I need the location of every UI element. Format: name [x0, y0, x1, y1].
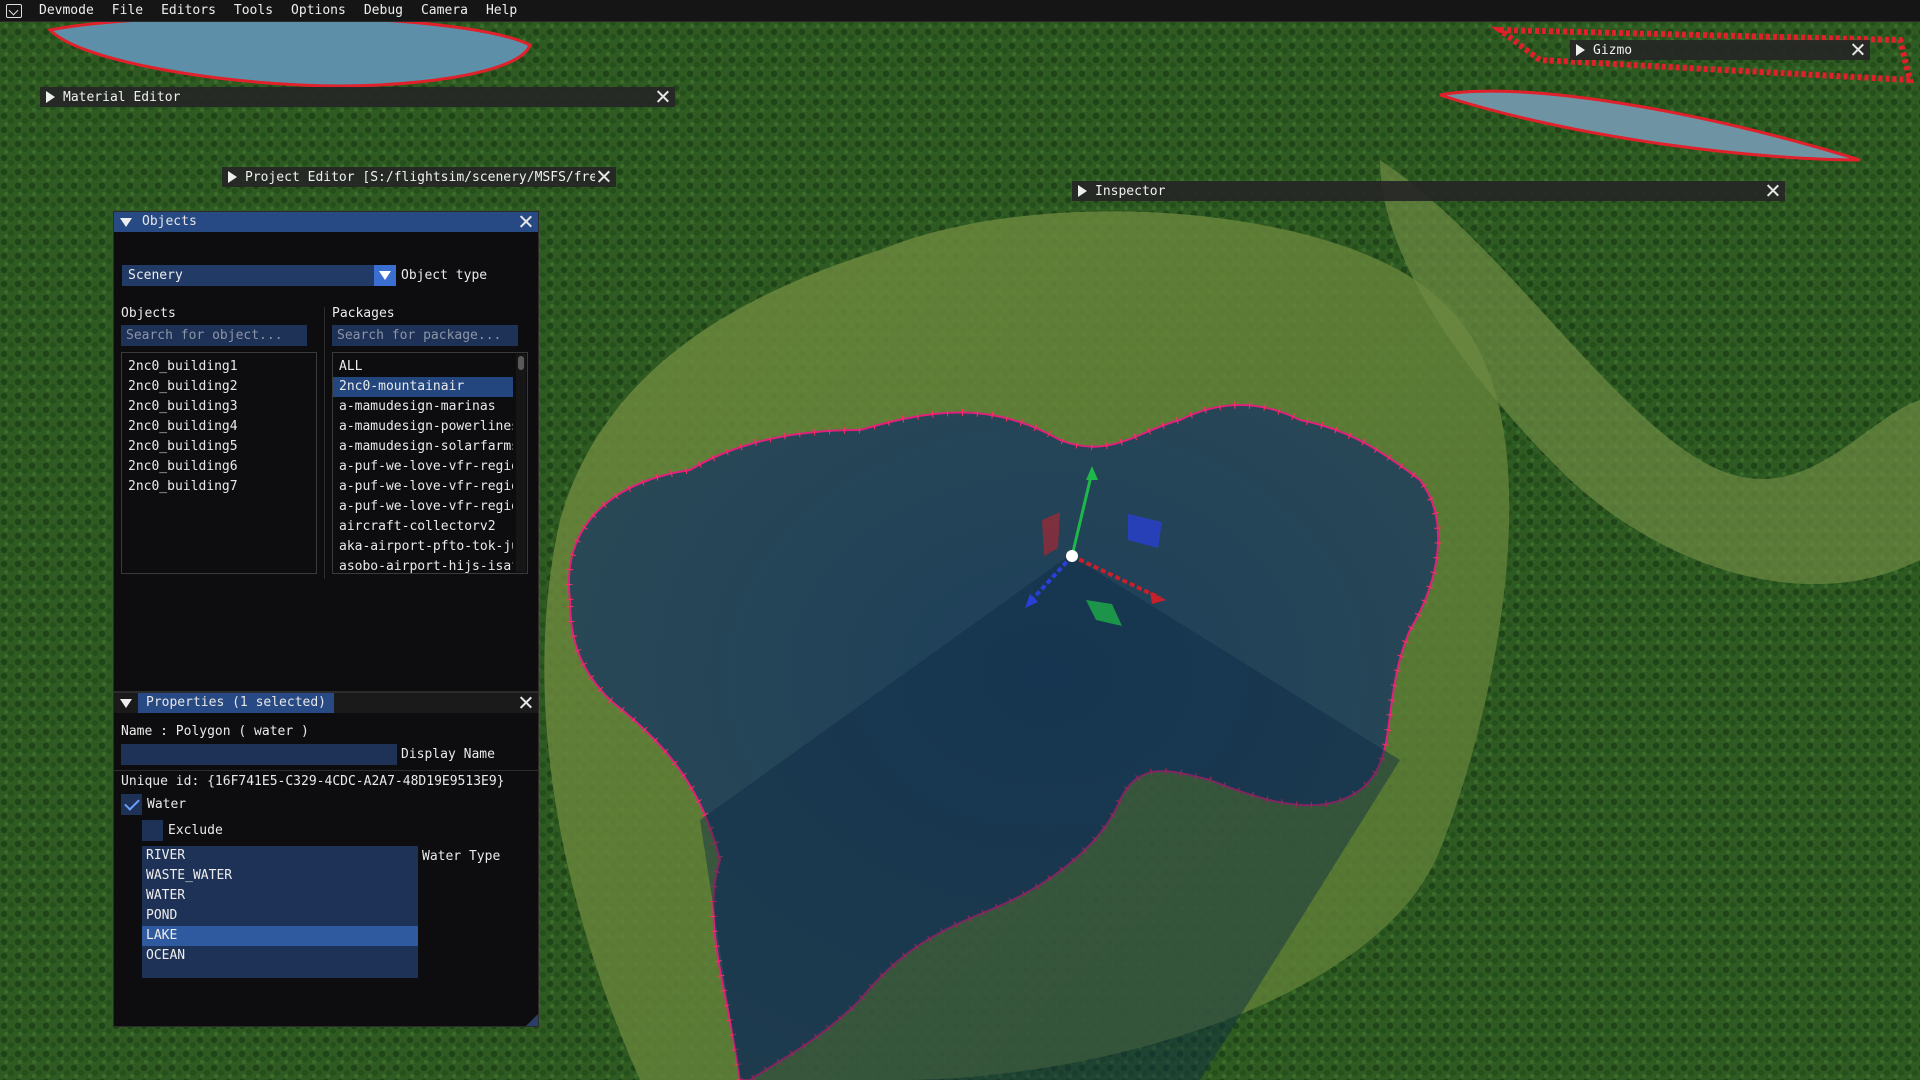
list-item[interactable]: a-puf-we-love-vfr-regio [333, 457, 513, 477]
list-item[interactable]: RIVER [142, 846, 418, 866]
separator [114, 770, 538, 771]
list-item[interactable]: a-mamudesign-powerlines [333, 417, 513, 437]
list-item[interactable]: 2nc0_building5 [122, 437, 316, 457]
object-search-input[interactable]: Search for object... [121, 325, 307, 346]
collapse-arrow-icon[interactable] [120, 698, 132, 708]
menu-camera[interactable]: Camera [412, 0, 477, 22]
window-title: Material Editor [63, 89, 181, 105]
list-item[interactable]: POND [142, 906, 418, 926]
object-type-label: Object type [401, 268, 488, 283]
menu-file[interactable]: File [103, 0, 152, 22]
water-type-list[interactable]: RIVER WASTE_WATER WATER POND LAKE OCEAN [142, 846, 418, 978]
close-icon[interactable] [1766, 184, 1779, 197]
menu-bar: Devmode File Editors Tools Options Debug… [0, 0, 1920, 22]
display-name-input[interactable] [121, 744, 397, 765]
list-item[interactable]: ALL [333, 357, 513, 377]
list-item-selected[interactable]: 2nc0-mountainair [333, 377, 513, 397]
panel-title: Objects [142, 214, 197, 229]
list-item[interactable]: a-mamudesign-solarfarms [333, 437, 513, 457]
window-title: Project Editor [S:/flightsim/scenery/MSF… [245, 169, 595, 185]
list-item[interactable]: asobo-airport-hijs-isaf [333, 557, 513, 573]
panel-title: Properties (1 selected) [138, 693, 335, 713]
menu-help[interactable]: Help [477, 0, 526, 22]
package-search-input[interactable]: Search for package... [332, 325, 518, 346]
list-item-selected[interactable]: LAKE [142, 926, 418, 946]
list-item[interactable]: 2nc0_building3 [122, 397, 316, 417]
list-item[interactable]: WATER [142, 886, 418, 906]
list-item[interactable]: a-mamudesign-marinas [333, 397, 513, 417]
devmode-icon [6, 3, 22, 18]
gizmo-window[interactable]: Gizmo [1570, 40, 1870, 60]
exclude-checkbox[interactable] [142, 820, 163, 841]
list-item[interactable]: OCEAN [142, 946, 418, 966]
properties-panel-titlebar[interactable]: Properties (1 selected) [114, 693, 538, 713]
object-name: Name : Polygon ( water ) [121, 724, 309, 739]
menu-options[interactable]: Options [282, 0, 355, 22]
properties-panel: Properties (1 selected) Name : Polygon (… [113, 692, 539, 1027]
list-item[interactable]: 2nc0_building6 [122, 457, 316, 477]
list-item[interactable]: a-puf-we-love-vfr-regio [333, 477, 513, 497]
packages-scrollbar[interactable] [516, 354, 526, 572]
close-icon[interactable] [519, 215, 532, 228]
list-item[interactable]: 2nc0_building7 [122, 477, 316, 497]
expand-arrow-icon[interactable] [46, 91, 55, 103]
objects-panel: Objects Scenery Object type Objects Pack… [113, 211, 539, 692]
menu-editors[interactable]: Editors [152, 0, 225, 22]
list-item[interactable]: WASTE_WATER [142, 866, 418, 886]
close-icon[interactable] [656, 90, 669, 103]
menu-debug[interactable]: Debug [355, 0, 412, 22]
window-title: Gizmo [1593, 42, 1633, 58]
list-item[interactable]: aka-airport-pfto-tok-ju [333, 537, 513, 557]
water-checkbox[interactable] [121, 794, 142, 815]
chevron-down-icon[interactable] [374, 265, 396, 286]
material-editor-window[interactable]: Material Editor [40, 87, 675, 107]
list-item[interactable]: aircraft-collectorv2 [333, 517, 513, 537]
expand-arrow-icon[interactable] [1078, 185, 1087, 197]
window-title: Inspector [1095, 183, 1166, 199]
close-icon[interactable] [597, 170, 610, 183]
menu-devmode[interactable]: Devmode [30, 0, 103, 22]
project-editor-window[interactable]: Project Editor [S:/flightsim/scenery/MSF… [222, 167, 616, 187]
objects-header: Objects [121, 306, 176, 321]
inspector-window[interactable]: Inspector [1072, 181, 1785, 201]
display-name-label: Display Name [401, 747, 495, 762]
menu-tools[interactable]: Tools [225, 0, 282, 22]
water-type-label: Water Type [422, 849, 501, 864]
list-item[interactable]: 2nc0_building2 [122, 377, 316, 397]
exclude-label: Exclude [168, 823, 223, 838]
list-item[interactable]: 2nc0_building4 [122, 417, 316, 437]
list-item[interactable]: 2nc0_building1 [122, 357, 316, 377]
column-divider [324, 307, 325, 579]
object-type-dropdown[interactable]: Scenery [122, 265, 374, 286]
water-label: Water [147, 797, 187, 812]
packages-header: Packages [332, 306, 395, 321]
close-icon[interactable] [1851, 43, 1864, 56]
scroll-thumb[interactable] [518, 356, 524, 370]
unique-id: Unique id: {16F741E5-C329-4CDC-A2A7-48D1… [121, 774, 505, 789]
collapse-arrow-icon[interactable] [120, 217, 132, 227]
expand-arrow-icon[interactable] [228, 171, 237, 183]
objects-list[interactable]: 2nc0_building1 2nc0_building2 2nc0_build… [121, 352, 317, 574]
expand-arrow-icon[interactable] [1576, 44, 1585, 56]
close-icon[interactable] [519, 696, 532, 709]
list-item[interactable]: a-puf-we-love-vfr-regio [333, 497, 513, 517]
objects-panel-titlebar[interactable]: Objects [114, 212, 538, 232]
resize-grip-icon[interactable] [526, 1014, 538, 1026]
packages-list[interactable]: ALL 2nc0-mountainair a-mamudesign-marina… [332, 352, 528, 574]
